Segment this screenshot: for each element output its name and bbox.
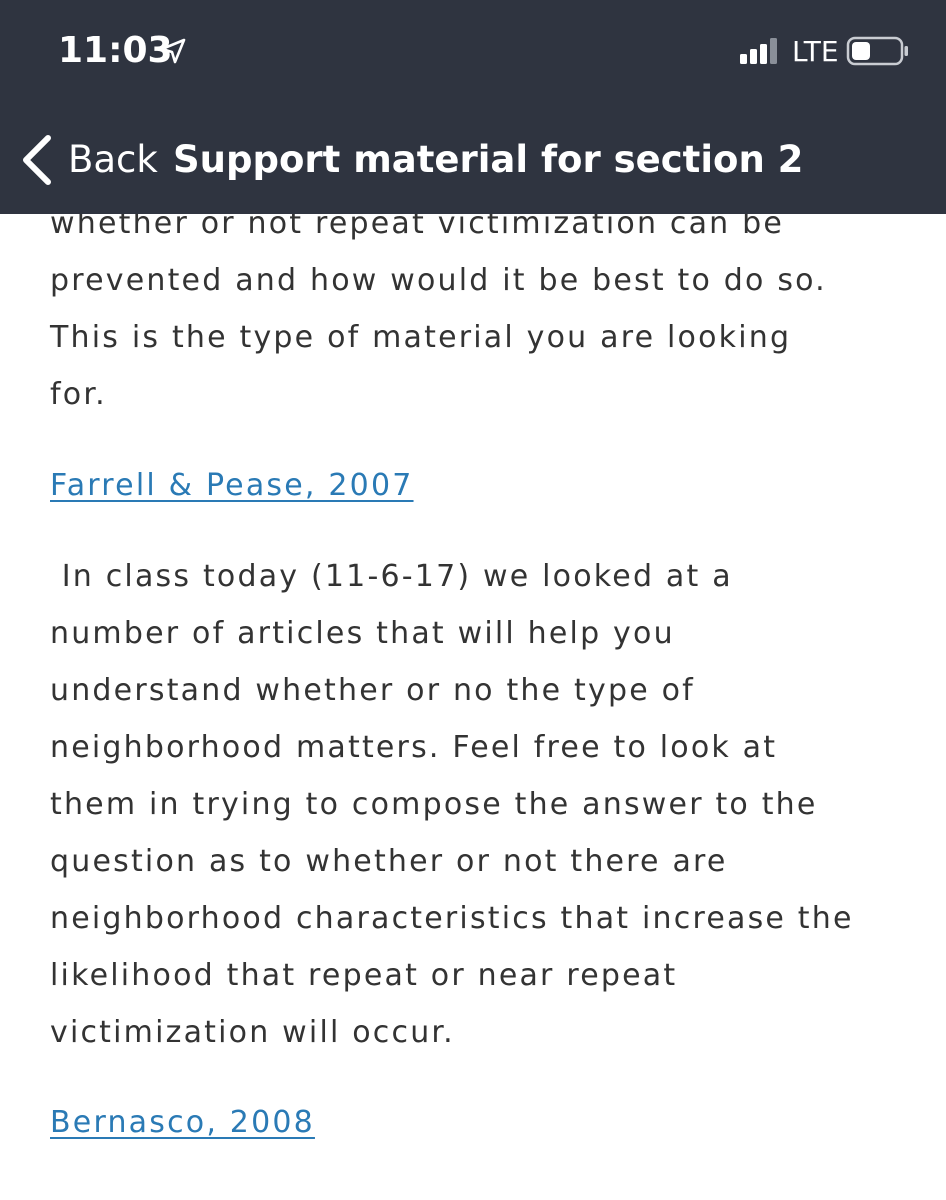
navigation-bar: Back Support material for section 2 [0, 120, 946, 200]
battery-icon [846, 36, 908, 66]
page-title: Support material for section 2 [173, 138, 804, 181]
text-line: This is the type of material you are loo… [50, 320, 792, 355]
carrier-label: LTE [792, 35, 839, 68]
text-line: prevented and how would it be best to do… [50, 263, 827, 298]
bernasco-link[interactable]: Bernasco, 2008 [50, 1094, 315, 1151]
text-line: neighborhood matters. Feel free to look … [50, 730, 778, 765]
text-line: question as to whether or not there are [50, 844, 728, 879]
text-line: understand whether or no the type of [50, 673, 695, 708]
back-label: Back [68, 138, 158, 181]
farrell-pease-link[interactable]: Farrell & Pease, 2007 [50, 457, 414, 514]
text-line: them in trying to compose the answer to … [50, 787, 818, 822]
intro-paragraph: whether or not repeat victimization can … [50, 195, 930, 423]
chevron-left-icon [23, 135, 51, 185]
location-arrow-icon [160, 38, 186, 64]
text-line: for. [50, 377, 107, 412]
status-time: 11:03 [58, 30, 173, 71]
top-bar: 11:03 LTE Back Support material for sect… [0, 0, 946, 214]
text-line: In class today (11-6-17) we looked at a [50, 559, 733, 594]
class-paragraph: In class today (11-6-17) we looked at a … [50, 548, 930, 1061]
text-line: neighborhood characteristics that increa… [50, 901, 854, 936]
text-line: number of articles that will help you [50, 616, 675, 651]
text-line: likelihood that repeat or near repeat [50, 958, 678, 993]
signal-strength-icon [740, 38, 777, 64]
back-button[interactable]: Back [18, 134, 158, 186]
text-line: victimization will occur. [50, 1015, 455, 1050]
